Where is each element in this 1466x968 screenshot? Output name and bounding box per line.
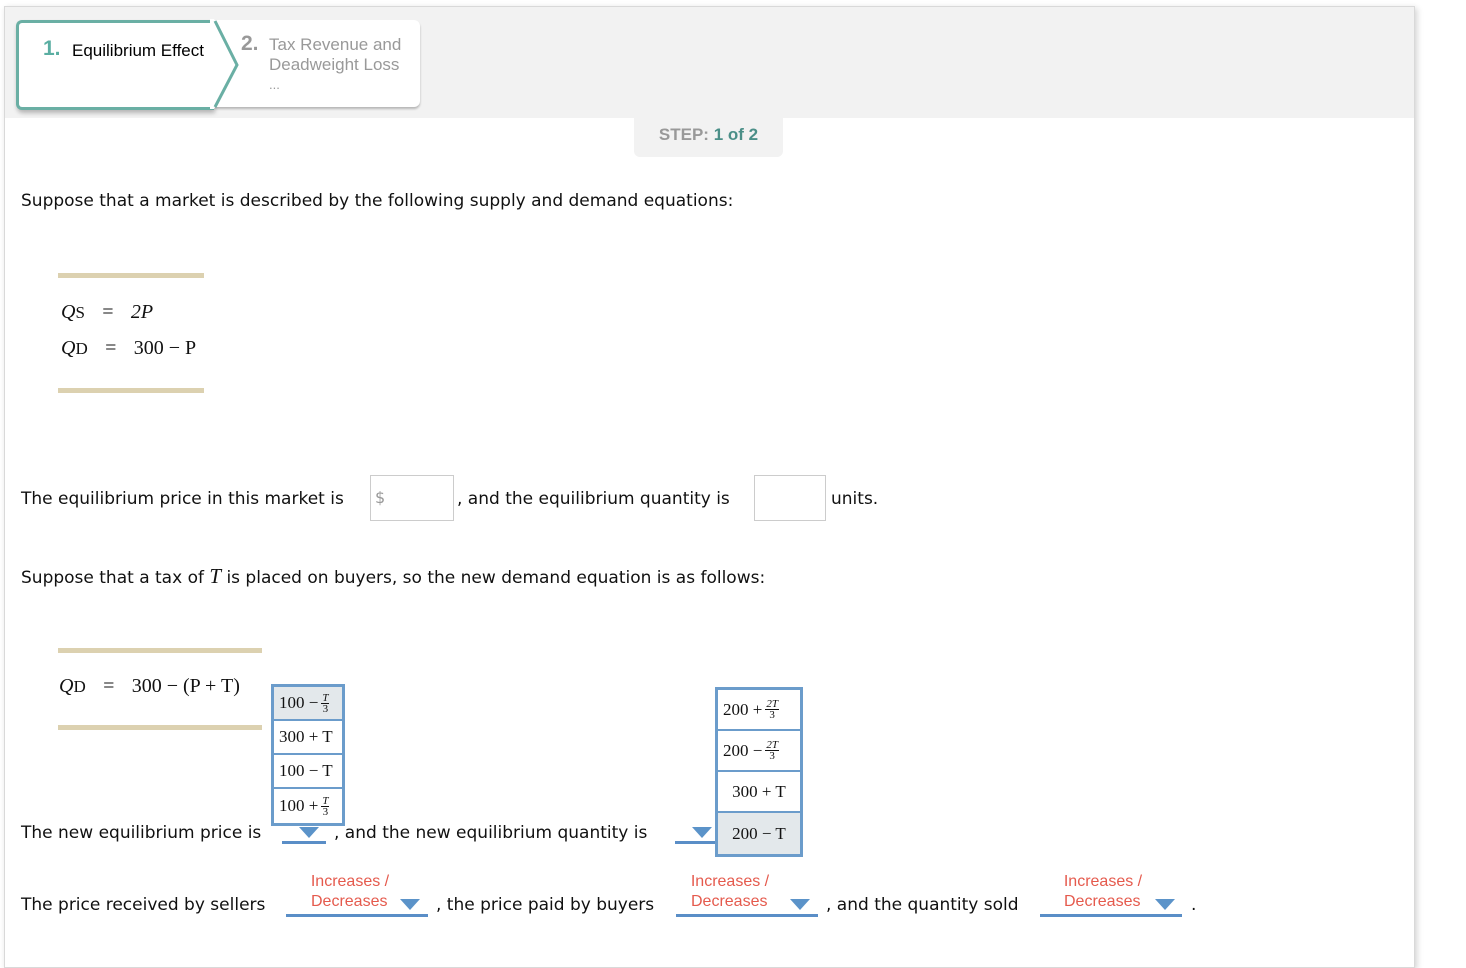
tab-number: 2. [241, 32, 259, 55]
step-value: 1 of 2 [713, 125, 759, 144]
quantity-sold-dropdown[interactable]: Increases / Decreases [1048, 872, 1158, 912]
dropdown-line1: Increases / [690, 873, 770, 890]
dropdown-line2: Decreases [311, 893, 388, 910]
tab-equilibrium-effect[interactable]: 1. Equilibrium Effect [16, 20, 214, 110]
intro-text: Suppose that a market is described by th… [21, 191, 734, 211]
chevron-right-icon [210, 19, 239, 109]
eq-lhs: Q [61, 301, 76, 323]
dropdown-line1: Increases / [310, 873, 390, 890]
tax-intro-after: is placed on buyers, so the new demand e… [226, 568, 766, 588]
quantity-option-4[interactable]: 200 − T [718, 813, 800, 854]
option-text: 100 − T [279, 761, 333, 780]
dropdown-line2: Decreases [1064, 893, 1141, 910]
tab-label: Equilibrium Effect [72, 41, 204, 60]
new-price-dropdown-underline[interactable] [282, 841, 326, 844]
new-price-dropdown-arrow-icon[interactable] [299, 827, 319, 838]
equilibrium-price-input[interactable]: $ [370, 475, 454, 521]
problem-frame: 1. Equilibrium Effect 2. Tax Revenue and… [4, 6, 1415, 968]
dropdown-line1: Increases / [1063, 873, 1143, 890]
option-fraction: 2T 3 [765, 699, 779, 721]
option-base: 200 − [723, 740, 763, 760]
q1-text-1: The equilibrium price in this market is [21, 489, 344, 509]
price-option-2[interactable]: 300 + T [274, 721, 342, 755]
tax-intro-text: Suppose that a tax of T is placed on buy… [21, 564, 765, 589]
eq-rhs: 300 − P [133, 337, 197, 359]
buyers-price-dropdown-underline[interactable] [676, 914, 818, 917]
option-base: 200 + [723, 699, 763, 719]
new-quantity-dropdown-arrow-icon[interactable] [692, 827, 712, 838]
tab-label-line1: Tax Revenue and [269, 35, 402, 54]
step-indicator: STEP: 1 of 2 [634, 117, 783, 157]
step-label: STEP: [658, 125, 709, 144]
tax-variable: T [209, 564, 222, 588]
equilibrium-quantity-input[interactable] [754, 475, 826, 521]
option-text: 200 − T [732, 823, 786, 843]
fraction-denominator: 3 [322, 805, 329, 818]
new-quantity-dropdown-menu[interactable]: 200 + 2T 3 200 − 2T 3 300 + T 200 − T [715, 687, 803, 857]
quantity-sold-dropdown-underline[interactable] [1040, 914, 1182, 917]
price-option-4[interactable]: 100 + T3 [274, 789, 342, 823]
eq-rhs: 2P [130, 301, 154, 323]
eq-rhs: 300 − (P + T) [131, 675, 240, 697]
option-fraction: 2T 3 [765, 740, 779, 762]
q2-text-1: The new equilibrium price is [21, 823, 262, 843]
sellers-price-dropdown-underline[interactable] [286, 914, 428, 917]
new-equation-rule-top [58, 648, 262, 653]
q3-text-2: , the price paid by buyers [436, 895, 655, 915]
fraction-numerator: T [321, 691, 330, 704]
option-base: 100 + [279, 796, 319, 815]
eq-sign: = [103, 675, 115, 697]
tab-label: Tax Revenue and Deadweight Loss [269, 35, 401, 75]
dropdown-line2: Decreases [691, 893, 768, 910]
equation-rule-bottom [58, 388, 204, 393]
q1-text-2: , and the equilibrium quantity is [457, 489, 730, 509]
option-text: 300 + T [279, 727, 333, 746]
new-quantity-dropdown-underline[interactable] [675, 841, 719, 844]
q3-text-1: The price received by sellers [21, 895, 266, 915]
quantity-option-1[interactable]: 200 + 2T 3 [718, 690, 800, 731]
tab-label-line2: Deadweight Loss [269, 55, 400, 74]
option-text: 300 + T [732, 781, 786, 801]
buyers-price-dropdown[interactable]: Increases / Decreases [675, 872, 785, 912]
q1-text-3: units. [831, 489, 879, 509]
fraction-denominator: 3 [322, 702, 329, 715]
eq-sub: S [75, 303, 85, 322]
currency-symbol: $ [375, 488, 386, 507]
tab-tax-revenue-deadweight-loss[interactable]: 2. Tax Revenue and Deadweight Loss ... [214, 20, 420, 107]
supply-equation: QS = 2P [61, 301, 153, 324]
eq-lhs: Q [59, 675, 74, 697]
eq-sub: D [75, 339, 88, 358]
sellers-price-dropdown-arrow-icon[interactable] [400, 899, 420, 910]
q3-end-period: . [1191, 895, 1197, 915]
q3-text-3: , and the quantity sold [826, 895, 1019, 915]
price-option-3[interactable]: 100 − T [274, 755, 342, 789]
eq-lhs: Q [61, 337, 76, 359]
new-price-dropdown-menu[interactable]: 100 − T3 300 + T 100 − T 100 + T3 [271, 684, 345, 826]
equation-rule-top [58, 273, 204, 278]
buyers-price-dropdown-arrow-icon[interactable] [790, 899, 810, 910]
quantity-sold-dropdown-arrow-icon[interactable] [1155, 899, 1175, 910]
option-base: 100 − [279, 693, 319, 712]
quantity-option-2[interactable]: 200 − 2T 3 [718, 731, 800, 772]
option-fraction: T3 [321, 794, 330, 818]
eq-sign: = [102, 301, 114, 323]
quantity-option-3[interactable]: 300 + T [718, 772, 800, 813]
tab-number: 1. [43, 37, 61, 60]
fraction-denominator: 3 [769, 709, 775, 721]
price-option-1[interactable]: 100 − T3 [274, 687, 342, 721]
new-equation-rule-bottom [58, 725, 262, 730]
sellers-price-dropdown[interactable]: Increases / Decreases [295, 872, 405, 912]
new-demand-equation: QD = 300 − (P + T) [59, 675, 240, 698]
demand-equation: QD = 300 − P [61, 337, 196, 360]
tab-more-ellipsis: ... [269, 77, 280, 92]
eq-sub: D [73, 677, 86, 696]
eq-sign: = [105, 337, 117, 359]
tax-intro-before: Suppose that a tax of [21, 568, 204, 588]
option-fraction: T3 [321, 691, 330, 715]
q2-text-2: , and the new equilibrium quantity is [334, 823, 648, 843]
fraction-numerator: T [321, 794, 330, 807]
fraction-denominator: 3 [769, 750, 775, 762]
